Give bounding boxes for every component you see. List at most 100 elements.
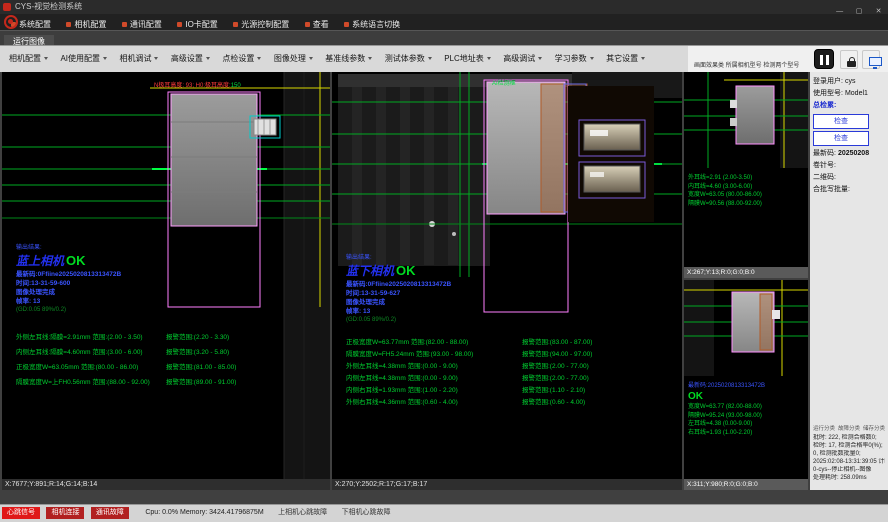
model-value: Model1 (845, 90, 868, 97)
tool-advanced-settings[interactable]: 高级设置 (171, 46, 210, 71)
thumb-image[interactable] (684, 280, 808, 376)
menu-bullet-icon (233, 22, 238, 27)
dropdown-caret-icon (154, 57, 158, 60)
camera-view-lower[interactable]: AI检测框 输出结果: 蓝下相机OK 最新码:0Ffiine2025020813… (332, 72, 682, 490)
tool-camera-config[interactable]: 相机配置 (9, 46, 48, 71)
stat-line: 0, 检测批数批量0; (813, 450, 885, 458)
lock-icon (847, 61, 856, 67)
measure-value: 外侧右耳线=4.36mm 范围:(0.60 - 4.00) (346, 399, 458, 406)
dropdown-caret-icon (206, 57, 210, 60)
toolbar-right: 画面效果类 所属相机型号 检测两个型号 (688, 45, 888, 72)
dropdown-caret-icon (103, 57, 107, 60)
counter-box-1[interactable]: 检查 (813, 114, 869, 129)
menu-bullet-icon (344, 22, 349, 27)
note-line: (GD:0.05 89%/0.2) (16, 306, 330, 314)
tool-learning-params[interactable]: 学习参数 (555, 46, 594, 71)
measure-row: 隔膜宽度W=FH5.24mm 范围:(93.00 - 98.00)报警范围:(9… (346, 349, 666, 361)
monitor-button[interactable] (862, 50, 880, 69)
measure-value: 内侧右耳线=1.93mm 范围:(1.00 - 2.20) (346, 387, 458, 394)
menu-label: 光源控制配置 (241, 20, 289, 29)
thumb-image[interactable] (684, 72, 808, 168)
toolbar-caption: 画面效果类 所属相机型号 检测两个型号 (694, 60, 799, 69)
pause-button[interactable] (814, 49, 834, 69)
pixel-status-bar: X:7677;Y:891;R:14;G:14;B:14 (2, 479, 330, 490)
login-user-label: 登录用户: (813, 78, 843, 85)
pixel-status-bar: X:267;Y:13;R:0;G:0;B:0 (684, 267, 808, 278)
result-caption: 输出结果: (16, 244, 330, 252)
tool-plc-address[interactable]: PLC地址表 (444, 46, 491, 71)
stats-tab-run[interactable]: 运行分类 (813, 424, 835, 432)
result-title: 蓝下相机OK (346, 262, 666, 280)
menu-label: 通讯配置 (130, 20, 162, 29)
monitor-icon (869, 57, 882, 66)
pause-icon (826, 55, 829, 65)
alarm-range: 报警范围:(83.00 - 87.00) (522, 337, 592, 349)
measure-row: 正极宽度W=63.05mm 范围:(80.00 - 86.00)报警范围:(81… (16, 360, 330, 375)
tool-camera-debug[interactable]: 相机调试 (119, 46, 158, 71)
result-caption: 输出结果: (346, 254, 666, 262)
thumb-barcode-line: 最新码:2025020813313472B (688, 382, 765, 391)
measure-value: 正极宽度W=63.77mm 范围:(82.00 - 88.00) (346, 339, 468, 346)
process-done-line: 图像处理完成 (16, 288, 330, 297)
menu-label: IO卡配置 (185, 20, 217, 29)
window-title: CYS-视觉检测系统 (15, 0, 82, 14)
menu-bullet-icon (122, 22, 127, 27)
camera-view-upper[interactable]: N极耳高度: 93; H0:极耳高度:150 输出结果: 蓝上相机OK 最新码:… (2, 72, 330, 490)
lower-camera-status: 下相机心跳故障 (342, 505, 391, 521)
stats-tab-storage[interactable]: 储存分类 (863, 424, 885, 432)
dropdown-caret-icon (538, 57, 542, 60)
thumb-line: 宽度W=63.05 (80.00-86.00) (688, 191, 762, 200)
tool-baseline-params[interactable]: 基准线参数 (325, 46, 372, 71)
measure-row: 隔膜宽度W=上FH0.56mm 范围:(88.00 - 92.00)报警范围:(… (16, 375, 330, 390)
titlebar: CYS-视觉检测系统 — ▢ ✕ (0, 0, 888, 14)
model-row: 使用型号:Model1 (813, 88, 885, 100)
measure-value: 外侧左耳线=4.38mm 范围:(0.00 - 9.00) (346, 363, 458, 370)
alarm-range: 报警范围:(81.00 - 85.00) (166, 360, 236, 375)
app-logo-icon (4, 15, 18, 29)
alarm-range: 报警范围:(2.00 - 77.00) (522, 361, 589, 373)
note-line: (GD:0.05 89%/0.2) (346, 316, 666, 324)
measure-row: 内侧左耳线=4.38mm 范围:(0.00 - 9.00)报警范围:(2.00 … (346, 373, 666, 385)
thumb-view-1[interactable]: 外耳线=2.91 (2.00-3.50) 内耳线=4.60 (3.00-6.00… (684, 72, 808, 278)
tool-image-processing[interactable]: 图像处理 (274, 46, 313, 71)
tool-other-settings[interactable]: 其它设置 (606, 46, 645, 71)
pixel-status-bar: X:311;Y:980;R:0;G:0;B:0 (684, 479, 808, 490)
menu-bullet-icon (177, 22, 182, 27)
lock-button[interactable] (840, 50, 858, 69)
dropdown-caret-icon (257, 57, 261, 60)
alarm-range: 报警范围:(0.60 - 4.00) (522, 397, 585, 409)
tool-label: 高级设置 (171, 54, 203, 63)
counter-box-2[interactable]: 检查 (813, 131, 869, 146)
stats-tab-fault[interactable]: 故障分类 (838, 424, 860, 432)
stat-line: 2025:02:08-13:31:39:05 计时: (813, 458, 885, 466)
thumb-view-2[interactable]: 最新码:2025020813313472B OK 宽度W=63.77 (82.0… (684, 280, 808, 490)
thumb-line: 内耳线=4.60 (3.00-6.00) (688, 183, 762, 192)
tool-spot-check[interactable]: 点检设置 (222, 46, 261, 71)
tab-strip: 运行图像 (0, 30, 888, 45)
tool-label: AI使用配置 (60, 54, 100, 63)
rate-line: 帧率: 13 (346, 307, 666, 316)
tool-label: 测试体参数 (385, 54, 425, 63)
stat-line: 处理耗时: 258.09ms (813, 474, 885, 482)
login-user-row: 登录用户:cys (813, 76, 885, 88)
stat-line: 批时: 222, 检测合格数0; (813, 434, 885, 442)
tool-advanced-debug[interactable]: 高级调试 (503, 46, 542, 71)
thumb-line: 左耳线=4.38 (0.00-9.00) (688, 420, 765, 429)
menu-bullet-icon (66, 22, 71, 27)
dropdown-caret-icon (309, 57, 313, 60)
stat-line: 0-cys--停止相机--图像 (813, 466, 885, 474)
pixel-status-bar: X:270;Y:2502;R:17;G:17;B:17 (332, 479, 682, 490)
tool-label: PLC地址表 (444, 54, 484, 63)
app-window: CYS-视觉检测系统 — ▢ ✕ 系统配置 相机配置 通讯配置 IO卡配置 光源… (0, 0, 888, 522)
tool-testbody-params[interactable]: 测试体参数 (385, 46, 432, 71)
menu-bullet-icon (305, 22, 310, 27)
stats-panel: 运行分类 故障分类 储存分类 批时: 222, 检测合格数0; 检时: 17, … (813, 424, 885, 482)
tool-ai-config[interactable]: AI使用配置 (60, 46, 107, 71)
process-done-line: 图像处理完成 (346, 298, 666, 307)
latest-code-row: 最新码:20250208 (813, 148, 885, 160)
alarm-range: 报警范围:(2.00 - 77.00) (522, 373, 589, 385)
roll-number-label: 卷针号: (813, 160, 885, 172)
heartbeat-indicator: 心跳信号 (2, 507, 40, 519)
rate-line: 帧率: 13 (16, 297, 330, 306)
info-sidebar: 登录用户:cys 使用型号:Model1 总检累: 检查 检查 最新码:2025… (810, 72, 888, 490)
